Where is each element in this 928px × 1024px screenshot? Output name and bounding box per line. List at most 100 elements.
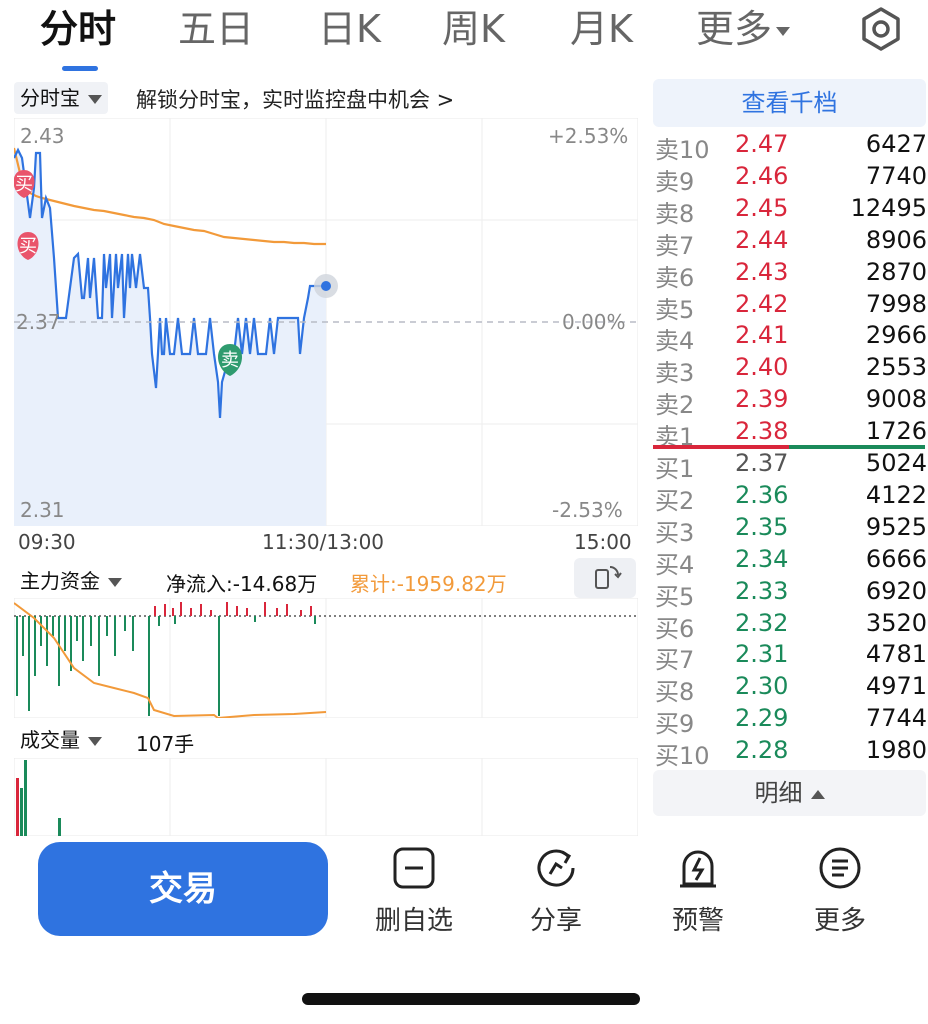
svg-text:买: 买 — [15, 174, 33, 195]
active-tab-indicator — [62, 66, 98, 71]
level-name: 买1 — [655, 455, 695, 483]
level-name: 卖3 — [655, 359, 695, 388]
bid-row[interactable]: 买6 2.32 3520 — [655, 608, 927, 643]
ask-row[interactable]: 卖5 2.42 7998 — [655, 289, 927, 324]
alert-button[interactable]: 预警 — [648, 846, 748, 937]
level-name: 买7 — [655, 646, 695, 675]
settings-icon[interactable] — [858, 6, 904, 52]
tab-more-label: 更多 — [696, 7, 773, 51]
level-volume: 4971 — [865, 672, 927, 701]
level-name: 买4 — [655, 550, 695, 579]
level-price: 2.28 — [735, 736, 789, 765]
volume-dropdown[interactable]: 成交量 — [14, 724, 108, 756]
bid-row[interactable]: 买3 2.35 9525 — [655, 513, 927, 547]
bid-row[interactable]: 买9 2.29 7744 — [655, 704, 927, 739]
level-price: 2.41 — [735, 321, 789, 350]
share-label: 分享 — [529, 906, 582, 936]
fund-flow-dropdown[interactable]: 主力资金 — [14, 565, 128, 597]
level-name: 卖9 — [655, 167, 695, 196]
bid-row[interactable]: 买5 2.33 6920 — [655, 576, 927, 611]
level-volume: 9008 — [865, 385, 927, 414]
tab-weekly-k[interactable]: 周K — [442, 6, 505, 52]
bid-row[interactable]: 买7 2.31 4781 — [655, 640, 927, 675]
ask-row[interactable]: 卖4 2.41 2966 — [655, 321, 927, 356]
more-button[interactable]: 更多 — [790, 846, 890, 937]
ask-row[interactable]: 卖9 2.46 7740 — [655, 161, 927, 196]
tab-intraday[interactable]: 分时 — [40, 6, 116, 52]
remove-watchlist-button[interactable]: 删自选 — [364, 846, 464, 937]
level-price: 2.37 — [735, 449, 789, 477]
net-inflow-text: 净流入:-14.68万 — [166, 572, 318, 596]
level-price: 2.33 — [735, 576, 789, 605]
level-name: 卖5 — [655, 295, 695, 324]
ask-row[interactable]: 卖8 2.45 12495 — [655, 193, 927, 228]
level-name: 买8 — [655, 678, 695, 707]
rotate-button[interactable] — [574, 558, 636, 598]
price-high-label: 2.43 — [20, 124, 65, 148]
level-price: 2.43 — [735, 257, 789, 286]
buy-marker[interactable]: 买 — [14, 170, 35, 198]
level-volume: 7740 — [865, 161, 927, 190]
level-price: 2.31 — [735, 640, 789, 669]
share-icon — [537, 849, 575, 887]
ask-row[interactable]: 卖7 2.44 8906 — [655, 226, 927, 260]
level-name: 卖2 — [655, 391, 695, 420]
ask-row[interactable]: 卖6 2.43 2870 — [655, 257, 927, 292]
home-indicator[interactable] — [302, 993, 640, 1005]
level-name: 卖10 — [655, 136, 710, 164]
level-name: 卖4 — [655, 327, 695, 356]
level-name: 买9 — [655, 710, 695, 739]
level-volume: 1726 — [865, 417, 927, 446]
detail-button-label: 明细 — [754, 779, 803, 807]
buy-marker[interactable]: 买 — [17, 232, 39, 260]
bid-row[interactable]: 买8 2.30 4971 — [655, 672, 927, 707]
level-price: 2.40 — [735, 353, 789, 382]
level-name: 卖8 — [655, 199, 695, 228]
level-name: 买5 — [655, 582, 695, 611]
more-icon — [819, 847, 861, 889]
caret-down-icon — [108, 578, 122, 587]
volume-chart — [14, 758, 638, 836]
svg-text:卖: 卖 — [221, 350, 239, 371]
remove-watchlist-icon — [393, 847, 435, 889]
intraday-chart[interactable]: 买 买 卖 — [14, 118, 638, 526]
level-price: 2.42 — [735, 289, 789, 318]
level-volume: 5024 — [865, 449, 927, 477]
promo-link[interactable]: 解锁分时宝，实时监控盘中机会 > — [136, 84, 454, 114]
svg-text:买: 买 — [19, 236, 37, 257]
caret-down-icon — [88, 95, 102, 104]
level-price: 2.32 — [735, 608, 789, 637]
level-volume: 12495 — [850, 193, 927, 222]
bid-row[interactable]: 买1 2.37 5024 — [655, 449, 927, 483]
tab-daily-k[interactable]: 日K — [318, 6, 381, 52]
view-depth-button[interactable]: 查看千档 — [653, 79, 926, 127]
share-button[interactable]: 分享 — [506, 846, 606, 937]
cumulative-text: 累计:-1959.82万 — [350, 572, 507, 596]
tab-more[interactable]: 更多 — [696, 6, 791, 52]
volume-value: 107手 — [136, 732, 195, 756]
ask-row[interactable]: 卖3 2.40 2553 — [655, 353, 927, 388]
level-price: 2.38 — [735, 417, 789, 446]
tab-monthly-k[interactable]: 月K — [570, 6, 633, 52]
level-price: 2.30 — [735, 672, 789, 701]
time-mid-label: 11:30/13:00 — [262, 530, 385, 554]
level-name: 买2 — [655, 486, 695, 515]
bid-row[interactable]: 买2 2.36 4122 — [655, 481, 927, 515]
level-price: 2.34 — [735, 544, 789, 573]
alert-label: 预警 — [671, 906, 724, 936]
bid-row[interactable]: 买10 2.28 1980 — [655, 736, 927, 770]
volume-dropdown-label: 成交量 — [20, 728, 80, 752]
time-end-label: 15:00 — [574, 530, 632, 554]
level-price: 2.46 — [735, 161, 789, 190]
trade-button[interactable]: 交易 — [38, 842, 328, 936]
caret-up-icon — [810, 789, 825, 799]
ask-row[interactable]: 卖10 2.47 6427 — [655, 130, 927, 164]
level-name: 买3 — [655, 518, 695, 547]
tab-five-day[interactable]: 五日 — [178, 6, 254, 52]
detail-button[interactable]: 明细 — [653, 770, 926, 816]
spread-divider — [653, 445, 925, 449]
indicator-dropdown[interactable]: 分时宝 — [14, 82, 108, 114]
ask-row[interactable]: 卖2 2.39 9008 — [655, 385, 927, 420]
bid-row[interactable]: 买4 2.34 6666 — [655, 544, 927, 579]
level-name: 买6 — [655, 614, 695, 643]
